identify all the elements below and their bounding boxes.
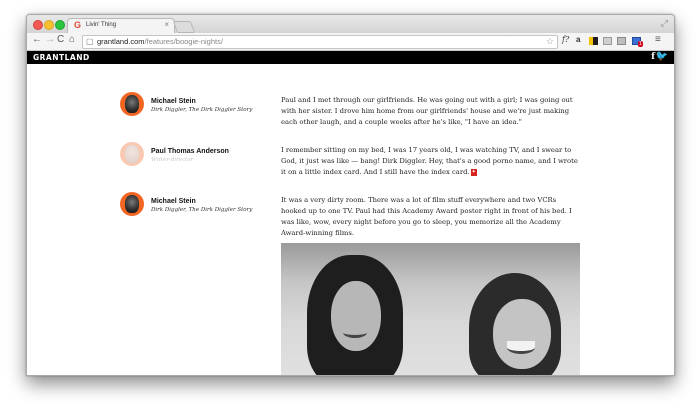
- facebook-icon[interactable]: f: [651, 52, 655, 62]
- speaker-role: Writer-director: [151, 157, 194, 163]
- speaker-name: Paul Thomas Anderson: [151, 148, 229, 155]
- avatar: [120, 92, 144, 116]
- quote-marker-icon[interactable]: ✦: [470, 168, 477, 176]
- quote-body: It was a very dirty room. There was a lo…: [281, 196, 572, 237]
- quote-body: Paul and I met through our girlfriends. …: [281, 96, 573, 126]
- yellow-extension-icon[interactable]: [589, 37, 598, 45]
- close-tab-icon[interactable]: ×: [164, 20, 169, 29]
- quote-text: Paul and I met through our girlfriends. …: [281, 95, 581, 128]
- window-extension-icon[interactable]: [617, 37, 626, 45]
- menu-icon[interactable]: ≡: [655, 34, 661, 45]
- speaker-name: Michael Stein: [151, 98, 196, 105]
- article-photo: [281, 243, 580, 375]
- reload-icon[interactable]: C: [57, 34, 64, 45]
- grey-extension-icon[interactable]: [603, 37, 612, 45]
- forward-arrow-icon[interactable]: →: [45, 34, 55, 45]
- bookmark-star-icon[interactable]: ☆: [546, 36, 554, 47]
- article-content: Michael Stein Dirk Diggler, The Dirk Dig…: [27, 65, 674, 375]
- speaker-name: Michael Stein: [151, 198, 196, 205]
- grantland-logo[interactable]: GRANTLAND: [33, 53, 90, 62]
- quote-text: It was a very dirty room. There was a lo…: [281, 195, 581, 239]
- page-icon: ▢: [86, 37, 94, 46]
- fq-extension-icon[interactable]: f?: [562, 35, 569, 44]
- avatar: [120, 142, 144, 166]
- browser-window: G Livin' Thing × ⤢ ← → C ⌂ ▢ grantland.c…: [26, 14, 675, 376]
- back-arrow-icon[interactable]: ←: [32, 34, 42, 45]
- tab-livin-thing[interactable]: G Livin' Thing ×: [67, 18, 175, 34]
- twitter-icon[interactable]: 🐦: [656, 51, 668, 62]
- speaker-role: Dirk Diggler, The Dirk Diggler Story: [151, 107, 253, 113]
- tab-strip: G Livin' Thing × ⤢: [27, 15, 674, 34]
- new-tab-button[interactable]: [172, 21, 196, 33]
- amazon-extension-icon[interactable]: a: [576, 35, 580, 44]
- fullscreen-icon[interactable]: ⤢: [661, 18, 668, 29]
- url-path: /features/boogie-nights/: [144, 37, 223, 46]
- notification-badge: 1: [638, 41, 643, 47]
- home-icon[interactable]: ⌂: [69, 34, 75, 45]
- url-host: grantland.com: [97, 37, 145, 46]
- url-text[interactable]: grantland.com/features/boogie-nights/: [97, 37, 223, 46]
- quote-body: I remember sitting on my bed, I was 17 y…: [281, 146, 578, 176]
- speaker-role: Dirk Diggler, The Dirk Diggler Story: [151, 207, 253, 213]
- maximize-window-button[interactable]: [55, 20, 65, 30]
- avatar: [120, 192, 144, 216]
- close-window-button[interactable]: [33, 20, 43, 30]
- minimize-window-button[interactable]: [44, 20, 54, 30]
- address-bar[interactable]: ▢ grantland.com/features/boogie-nights/ …: [82, 35, 558, 49]
- tab-title: Livin' Thing: [86, 22, 117, 28]
- quote-text: I remember sitting on my bed, I was 17 y…: [281, 145, 581, 178]
- site-header: GRANTLAND f 🐦: [27, 51, 674, 64]
- browser-toolbar: ← → C ⌂ ▢ grantland.com/features/boogie-…: [27, 33, 674, 51]
- google-favicon-icon: G: [74, 20, 82, 30]
